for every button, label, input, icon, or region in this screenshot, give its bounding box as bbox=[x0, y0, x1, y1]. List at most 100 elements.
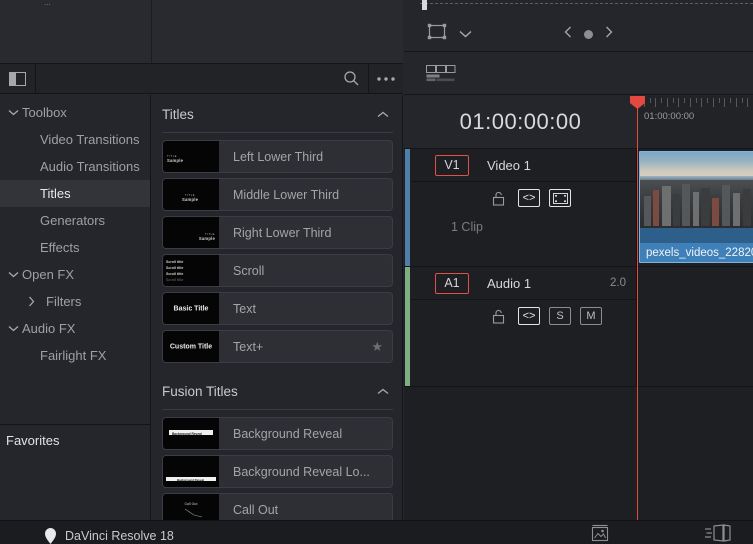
tree-item-label: Filters bbox=[46, 294, 82, 309]
timeline-view-options-icon[interactable] bbox=[426, 65, 456, 83]
title-sample-right-thumbnail: TITLE Sample bbox=[163, 217, 219, 248]
mute-icon[interactable]: M bbox=[580, 307, 602, 325]
thumb-line4: Scroll title bbox=[166, 278, 184, 282]
viewer-toolbar bbox=[404, 0, 753, 52]
chevron-down-icon[interactable] bbox=[4, 271, 22, 278]
chevron-right-icon[interactable] bbox=[22, 296, 40, 307]
thumb-line3: Scroll title bbox=[166, 272, 184, 276]
chevron-up-icon[interactable] bbox=[377, 105, 389, 123]
tree-item-favorites[interactable]: Favorites bbox=[0, 425, 150, 455]
background-reveal-lower-thumbnail: Background Reveal bbox=[163, 456, 219, 487]
panel-toggle-button[interactable] bbox=[0, 63, 36, 94]
davinci-resolve-window: ... Toolbox Video Transitions Audio Tran… bbox=[0, 0, 753, 544]
tree-item-audio-transitions[interactable]: Audio Transitions bbox=[0, 153, 150, 180]
app-brand: DaVinci Resolve 18 bbox=[45, 528, 174, 544]
track-header-a1: A1 Audio 1 2.0 <> S M bbox=[411, 267, 637, 386]
panel-top-edge bbox=[420, 3, 753, 4]
track-row-a1: A1 Audio 1 2.0 <> S M bbox=[404, 267, 753, 387]
thumb-line1: Scroll title bbox=[166, 260, 184, 264]
effect-name: Middle Lower Third bbox=[233, 187, 340, 202]
thumb-text: Background Reveal bbox=[177, 477, 204, 482]
media-pool-icon[interactable] bbox=[590, 524, 610, 544]
search-icon bbox=[343, 71, 358, 86]
effects-list-panel: Titles TITLE Sample Left Lower Third TITL… bbox=[152, 95, 403, 520]
background-reveal-thumbnail: Background Reveal bbox=[163, 418, 219, 449]
section-title: Titles bbox=[162, 106, 194, 122]
tree-item-toolbox[interactable]: Toolbox bbox=[0, 99, 150, 126]
thumb-line2: Sample bbox=[182, 197, 199, 203]
tree-item-label: Generators bbox=[40, 213, 106, 228]
video-track-icon[interactable] bbox=[549, 189, 571, 207]
lock-open-icon[interactable] bbox=[487, 307, 509, 325]
ruler-ticks bbox=[638, 98, 753, 107]
chevron-down-icon[interactable] bbox=[4, 325, 22, 332]
transform-crop-icon[interactable] bbox=[427, 23, 447, 45]
track-header-v1: V1 Video 1 <> 1 Clip bbox=[411, 149, 637, 266]
timeline-clip[interactable]: pexels_videos_228201 bbox=[639, 151, 753, 263]
lock-open-icon[interactable] bbox=[487, 189, 509, 207]
solo-icon[interactable]: S bbox=[549, 307, 571, 325]
effect-name: Call Out bbox=[233, 502, 279, 517]
upper-panels-clipped-strip: ... bbox=[0, 0, 403, 63]
basic-title-thumbnail: Basic Title bbox=[163, 293, 219, 324]
thumb-line2: Scroll title bbox=[166, 266, 184, 270]
panel-toggle-icon bbox=[9, 71, 26, 86]
tree-item-filters[interactable]: Filters bbox=[0, 288, 150, 315]
effect-item-left-lower-third[interactable]: TITLE Sample Left Lower Third bbox=[162, 140, 393, 173]
tree-item-fairlight-fx[interactable]: Fairlight FX bbox=[0, 342, 150, 369]
tree-item-label: Open FX bbox=[22, 267, 75, 282]
effect-item-scroll[interactable]: Scroll title Scroll title Scroll title S… bbox=[162, 254, 393, 287]
track-name[interactable]: Video 1 bbox=[487, 158, 531, 173]
tree-item-label: Toolbox bbox=[22, 105, 67, 120]
tree-item-audio-fx[interactable]: Audio FX bbox=[0, 315, 150, 342]
effect-item-background-reveal-lower[interactable]: Background Reveal Background Reveal Lo..… bbox=[162, 455, 393, 488]
chevron-up-icon[interactable] bbox=[377, 382, 389, 400]
effect-item-middle-lower-third[interactable]: TITLE Sample Middle Lower Third bbox=[162, 178, 393, 211]
star-icon[interactable]: ★ bbox=[371, 339, 383, 355]
effects-library-tree: Toolbox Video Transitions Audio Transiti… bbox=[0, 95, 151, 520]
tree-item-generators[interactable]: Generators bbox=[0, 207, 150, 234]
tree-item-titles[interactable]: Titles bbox=[0, 180, 150, 207]
track-buttons-v1: <> bbox=[411, 182, 636, 214]
thumb-text: Call Out bbox=[184, 502, 198, 506]
track-lane-v1[interactable]: pexels_videos_228201 bbox=[638, 149, 753, 266]
timeline-ruler[interactable]: 01:00:00:00 bbox=[637, 96, 753, 148]
chevron-down-icon[interactable] bbox=[459, 25, 472, 43]
auto-select-icon[interactable]: <> bbox=[518, 189, 540, 207]
panel-resize-handle[interactable] bbox=[422, 0, 427, 10]
fusion-page-icon[interactable] bbox=[705, 524, 731, 544]
auto-select-icon[interactable]: <> bbox=[518, 307, 540, 325]
section-header-titles[interactable]: Titles bbox=[152, 95, 403, 127]
keyframe-dot-icon[interactable] bbox=[584, 29, 593, 39]
app-name: DaVinci Resolve 18 bbox=[65, 529, 174, 543]
track-badge-a1[interactable]: A1 bbox=[435, 272, 469, 294]
effect-item-background-reveal[interactable]: Background Reveal Background Reveal bbox=[162, 417, 393, 450]
search-container bbox=[36, 64, 334, 94]
clip-name-label: pexels_videos_228201 bbox=[640, 243, 753, 262]
track-badge-v1[interactable]: V1 bbox=[435, 154, 469, 176]
playhead[interactable] bbox=[630, 96, 645, 520]
tree-item-label: Fairlight FX bbox=[40, 348, 107, 363]
section-header-fusion-titles[interactable]: Fusion Titles bbox=[152, 368, 403, 404]
chevron-left-icon[interactable] bbox=[564, 25, 572, 43]
effect-item-right-lower-third[interactable]: TITLE Sample Right Lower Third bbox=[162, 216, 393, 249]
tree-item-effects[interactable]: Effects bbox=[0, 234, 150, 261]
resolve-logo-icon bbox=[45, 528, 56, 544]
tree-item-open-fx[interactable]: Open FX bbox=[0, 261, 150, 288]
chevron-right-icon[interactable] bbox=[605, 25, 613, 43]
section-rule bbox=[162, 132, 393, 133]
effect-item-text[interactable]: Basic Title Text bbox=[162, 292, 393, 325]
effect-name: Background Reveal Lo... bbox=[233, 464, 370, 479]
tree-item-video-transitions[interactable]: Video Transitions bbox=[0, 126, 150, 153]
track-buttons-a1: <> S M bbox=[411, 300, 636, 332]
more-options-button[interactable] bbox=[369, 64, 403, 94]
track-color-bar bbox=[405, 267, 410, 386]
timeline-timecode[interactable]: 01:00:00:00 bbox=[404, 96, 637, 148]
chevron-down-icon[interactable] bbox=[4, 109, 22, 116]
search-button[interactable] bbox=[334, 64, 368, 94]
search-input[interactable] bbox=[40, 71, 330, 86]
track-lane-a1[interactable] bbox=[638, 267, 753, 386]
track-name[interactable]: Audio 1 bbox=[487, 276, 531, 291]
effect-item-call-out[interactable]: Call Out Call Out bbox=[162, 493, 393, 520]
effect-item-text-plus[interactable]: Custom Title Text+ ★ bbox=[162, 330, 393, 363]
